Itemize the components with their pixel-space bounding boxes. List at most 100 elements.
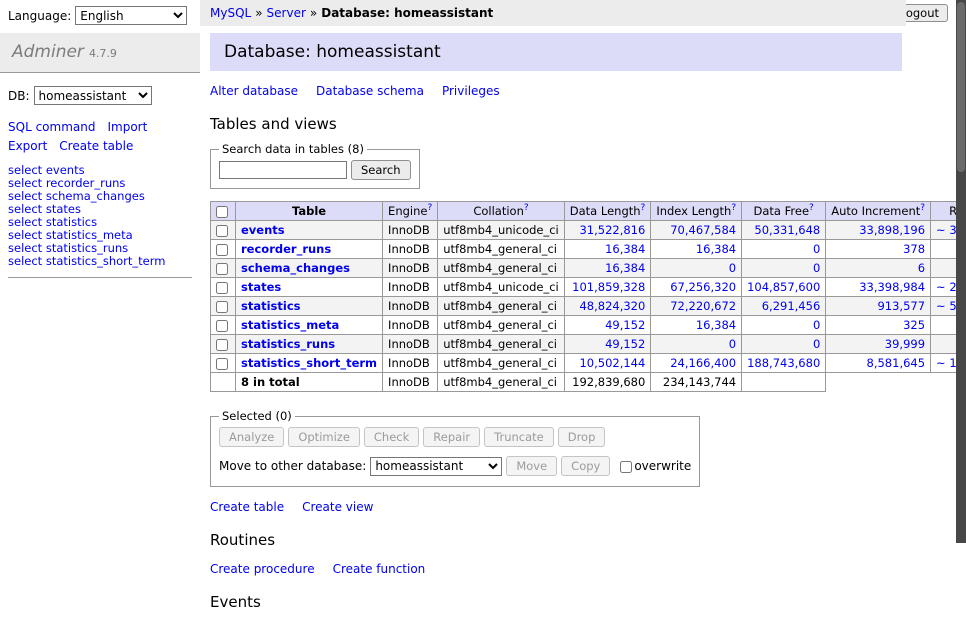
data-length-link[interactable]: 49,152 <box>605 337 645 351</box>
create-procedure-link[interactable]: Create procedure <box>210 562 315 576</box>
auto-increment-link[interactable]: 33,898,196 <box>859 223 925 237</box>
index-length-link[interactable]: 0 <box>729 261 736 275</box>
table-name-link[interactable]: schema_changes <box>241 261 350 275</box>
row-checkbox[interactable] <box>216 225 228 237</box>
auto-increment-link[interactable]: 913,577 <box>877 299 925 313</box>
check-button[interactable]: Check <box>364 427 419 447</box>
analyze-button[interactable]: Analyze <box>219 427 284 447</box>
drop-button[interactable]: Drop <box>558 427 606 447</box>
db-select[interactable]: homeassistant <box>34 86 152 105</box>
table-name-link[interactable]: recorder_runs <box>241 242 331 256</box>
breadcrumb-mysql-link[interactable]: MySQL <box>210 6 251 20</box>
optimize-button[interactable]: Optimize <box>288 427 360 447</box>
data-length-link[interactable]: 101,859,328 <box>572 280 645 294</box>
table-name-link[interactable]: events <box>241 223 285 237</box>
language-select[interactable]: English <box>75 6 187 25</box>
auto-increment-link[interactable]: 325 <box>903 318 925 332</box>
create-table-link[interactable]: Create table <box>210 500 284 514</box>
privileges-link[interactable]: Privileges <box>442 84 500 98</box>
sidebar-select-link[interactable]: select states <box>8 202 81 216</box>
truncate-button[interactable]: Truncate <box>484 427 554 447</box>
column-help-link[interactable]: ? <box>731 203 736 213</box>
index-length-link[interactable]: 24,166,400 <box>670 356 736 370</box>
search-button[interactable]: Search <box>351 160 411 180</box>
overwrite-checkbox[interactable] <box>620 461 632 473</box>
data-free-link[interactable]: 188,743,680 <box>747 356 820 370</box>
data-free-link[interactable]: 0 <box>813 242 820 256</box>
sql-command-link[interactable]: SQL command <box>8 120 95 134</box>
move-button[interactable]: Move <box>506 456 557 476</box>
select-all-checkbox[interactable] <box>216 206 228 218</box>
column-help-link[interactable]: ? <box>427 203 432 213</box>
index-length-link[interactable]: 72,220,672 <box>670 299 736 313</box>
search-input[interactable] <box>219 161 347 179</box>
table-name-link[interactable]: statistics <box>241 299 301 313</box>
sidebar-create-table-link[interactable]: Create table <box>59 139 133 153</box>
auto-increment-link[interactable]: 33,398,984 <box>859 280 925 294</box>
main-content: Database: homeassistant Alter databaseDa… <box>210 33 902 620</box>
row-checkbox[interactable] <box>216 244 228 256</box>
row-checkbox[interactable] <box>216 358 228 370</box>
data-free-link[interactable]: 50,331,648 <box>754 223 820 237</box>
overwrite-control: overwrite <box>620 459 691 473</box>
adminer-logo-link[interactable]: Adminer <box>12 42 84 62</box>
sidebar-select-link[interactable]: select schema_changes <box>8 189 145 203</box>
move-db-select[interactable]: homeassistant <box>370 457 502 476</box>
create-view-link[interactable]: Create view <box>302 500 373 514</box>
data-length-link[interactable]: 49,152 <box>605 318 645 332</box>
auto-increment-link[interactable]: 39,999 <box>885 337 925 351</box>
data-length-link[interactable]: 10,502,144 <box>579 356 645 370</box>
index-length-link[interactable]: 16,384 <box>696 242 736 256</box>
repair-button[interactable]: Repair <box>423 427 480 447</box>
table-row: recorder_runsInnoDButf8mb4_general_ci16,… <box>211 240 966 259</box>
index-length-link[interactable]: 16,384 <box>696 318 736 332</box>
column-help-link[interactable]: ? <box>920 203 925 213</box>
auto-increment-link[interactable]: 8,581,645 <box>867 356 926 370</box>
breadcrumb-server-link[interactable]: Server <box>267 6 306 20</box>
table-name-link[interactable]: statistics_runs <box>241 337 335 351</box>
column-help-link[interactable]: ? <box>809 203 814 213</box>
data-free-link[interactable]: 0 <box>813 337 820 351</box>
data-free-link[interactable]: 6,291,456 <box>762 299 821 313</box>
index-length-link[interactable]: 67,256,320 <box>670 280 736 294</box>
column-header-auto-increment: Auto Increment? <box>826 202 931 221</box>
row-checkbox[interactable] <box>216 301 228 313</box>
index-length-link[interactable]: 0 <box>729 337 736 351</box>
create-function-link[interactable]: Create function <box>333 562 426 576</box>
selected-fieldset: Selected (0) AnalyzeOptimizeCheckRepairT… <box>210 409 700 487</box>
row-checkbox[interactable] <box>216 320 228 332</box>
table-name-link[interactable]: statistics_short_term <box>241 356 377 370</box>
data-length-link[interactable]: 31,522,816 <box>579 223 645 237</box>
brand-block: Adminer4.7.9 <box>0 33 200 73</box>
data-length-link[interactable]: 16,384 <box>605 242 645 256</box>
alter-database-link[interactable]: Alter database <box>210 84 298 98</box>
sidebar-select-link[interactable]: select statistics_short_term <box>8 254 165 268</box>
data-free-link[interactable]: 0 <box>813 318 820 332</box>
data-length-link[interactable]: 16,384 <box>605 261 645 275</box>
database-schema-link[interactable]: Database schema <box>316 84 424 98</box>
table-name-link[interactable]: statistics_meta <box>241 318 339 332</box>
scrollbar-thumb[interactable] <box>957 2 965 172</box>
scrollbar[interactable] <box>956 0 966 543</box>
sidebar-select-link[interactable]: select statistics_runs <box>8 241 128 255</box>
row-checkbox[interactable] <box>216 282 228 294</box>
table-name-link[interactable]: states <box>241 280 281 294</box>
row-checkbox[interactable] <box>216 263 228 275</box>
data-free-link[interactable]: 104,857,600 <box>747 280 820 294</box>
import-link[interactable]: Import <box>107 120 147 134</box>
sidebar-select-link[interactable]: select statistics_meta <box>8 228 133 242</box>
sidebar-select-link[interactable]: select recorder_runs <box>8 176 125 190</box>
data-length-link[interactable]: 48,824,320 <box>579 299 645 313</box>
auto-increment-link[interactable]: 378 <box>903 242 925 256</box>
sidebar-select-link[interactable]: select statistics <box>8 215 97 229</box>
data-free-link[interactable]: 0 <box>813 261 820 275</box>
auto-increment-link[interactable]: 6 <box>918 261 925 275</box>
collation-cell: utf8mb4_general_ci <box>438 335 565 354</box>
row-checkbox[interactable] <box>216 339 228 351</box>
column-help-link[interactable]: ? <box>641 203 646 213</box>
export-link[interactable]: Export <box>8 139 47 153</box>
sidebar-select-link[interactable]: select events <box>8 163 85 177</box>
copy-button[interactable]: Copy <box>561 456 610 476</box>
column-help-link[interactable]: ? <box>524 203 529 213</box>
index-length-link[interactable]: 70,467,584 <box>670 223 736 237</box>
